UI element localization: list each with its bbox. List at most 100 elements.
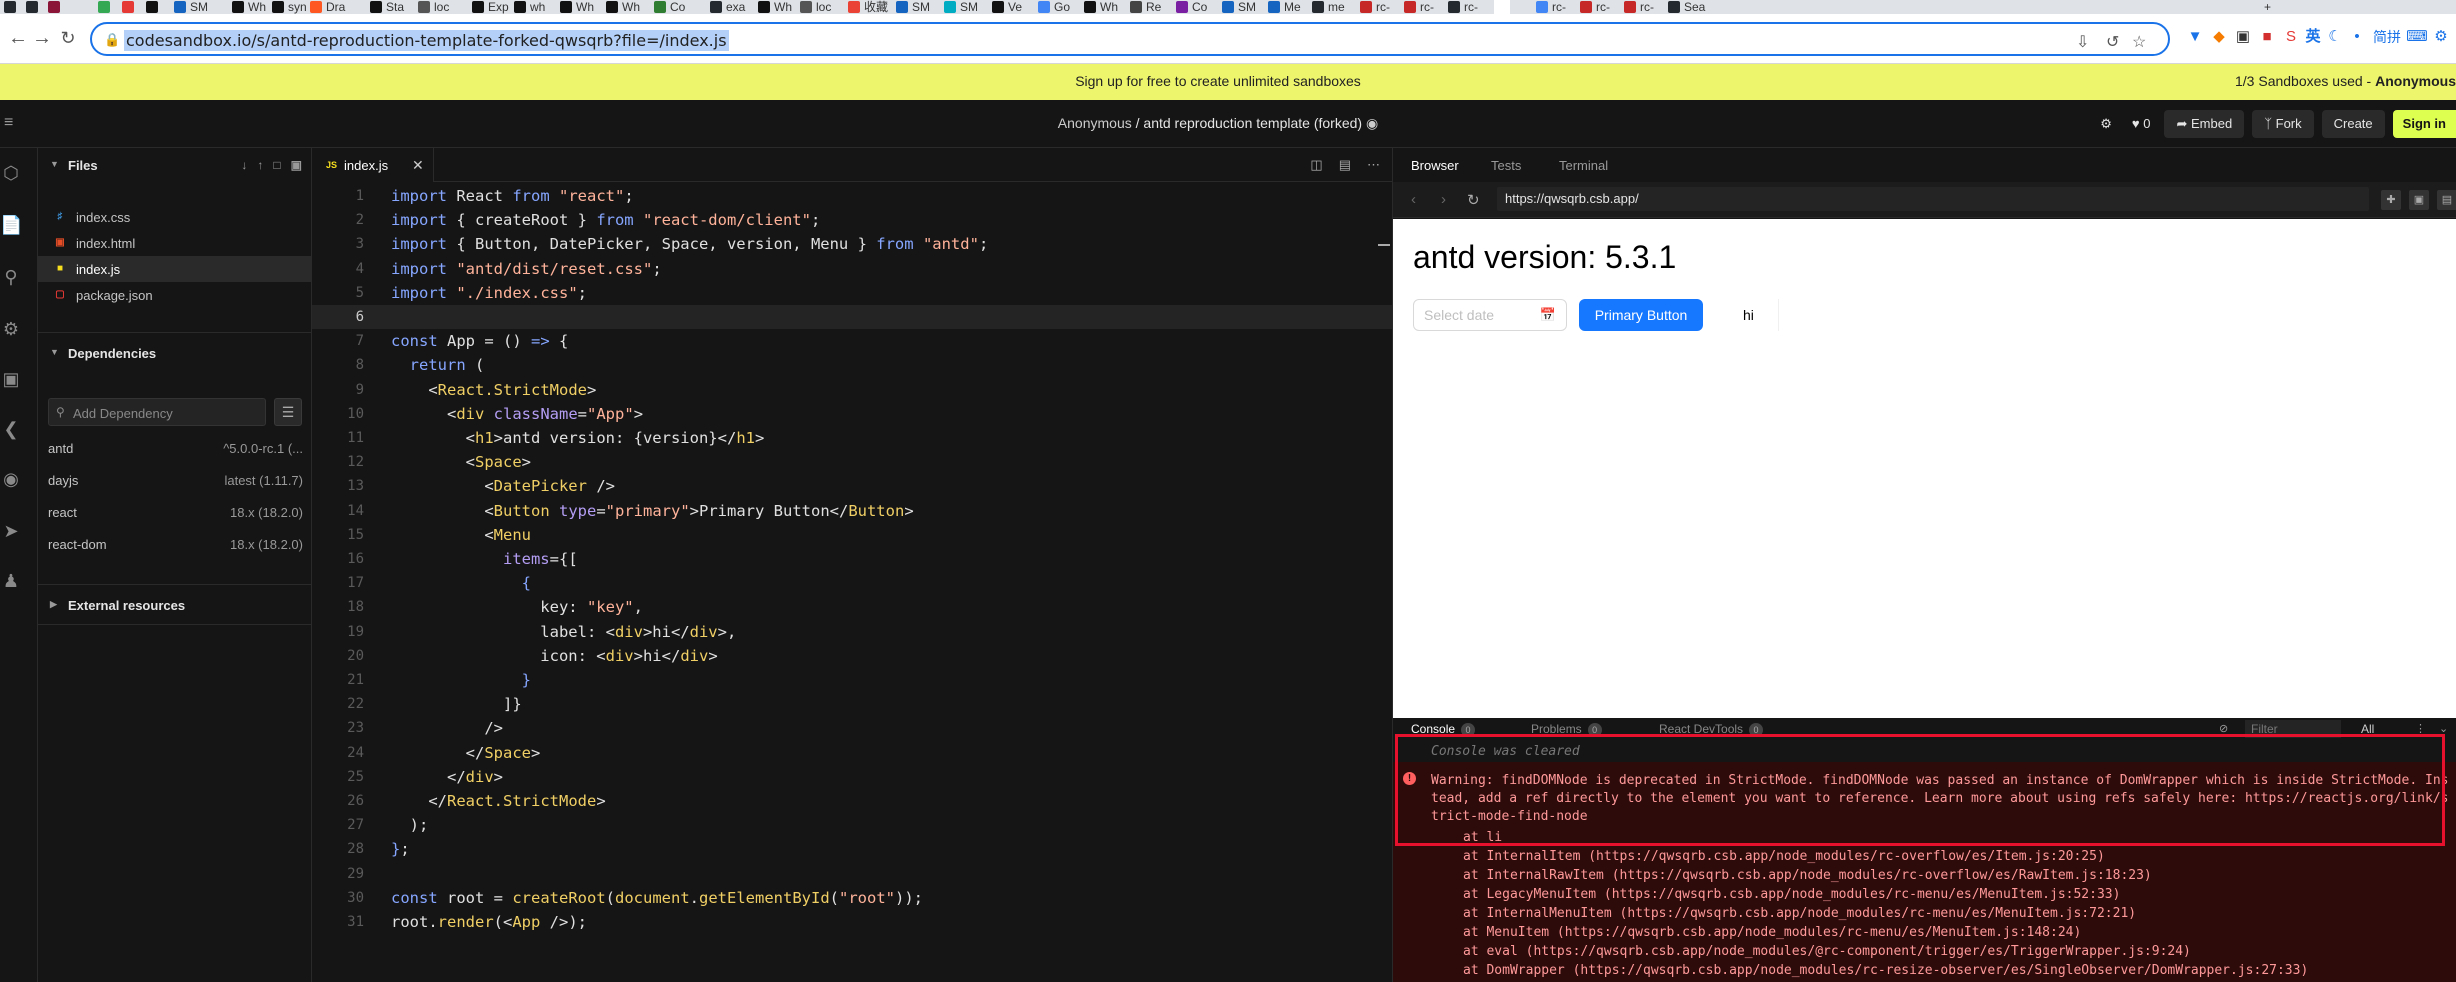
- preview-tab-terminal[interactable]: Terminal: [1559, 158, 1608, 173]
- stack-frame[interactable]: at LegacyMenuItem (https://qwsqrb.csb.ap…: [1463, 885, 2308, 904]
- forward-icon[interactable]: →: [30, 26, 54, 50]
- browser-tab[interactable]: [1494, 0, 1510, 14]
- preview-layout-icon[interactable]: ▤: [1339, 157, 1351, 173]
- new-folder-icon[interactable]: ▣: [291, 158, 302, 172]
- new-file-icon[interactable]: □: [273, 158, 280, 172]
- console-tab-problems[interactable]: Problems 0: [1531, 722, 1602, 736]
- new-tab-button[interactable]: +: [2264, 0, 2271, 14]
- extension-icon[interactable]: ■: [2256, 26, 2278, 48]
- back-icon[interactable]: ‹: [1411, 191, 1416, 208]
- code-content[interactable]: 1 import React from "react"; 2 import { cre…: [312, 184, 1392, 944]
- code-line[interactable]: 13 <DatePicker />: [312, 474, 1392, 498]
- code-line[interactable]: 25 </div>: [312, 765, 1392, 789]
- browser-tab[interactable]: SM: [944, 0, 978, 14]
- dependency-list-icon[interactable]: ☰: [274, 398, 302, 426]
- responsive-icon[interactable]: ✚: [2381, 190, 2401, 210]
- code-line[interactable]: 3 import { Button, DatePicker, Space, ver…: [312, 232, 1392, 256]
- browser-tab[interactable]: Co: [654, 0, 685, 14]
- browser-tab[interactable]: [26, 0, 42, 14]
- forward-icon[interactable]: ›: [1441, 191, 1446, 208]
- code-line[interactable]: 2 import { createRoot } from "react-dom/c…: [312, 208, 1392, 232]
- browser-tab[interactable]: Me: [1268, 0, 1301, 14]
- file-item[interactable]: ♯ index.css: [38, 204, 311, 230]
- code-line[interactable]: 30 const root = createRoot(document.getEl…: [312, 886, 1392, 910]
- preview-url-bar[interactable]: https://qwsqrb.csb.app/: [1497, 187, 2369, 211]
- browser-tab[interactable]: syn: [272, 0, 307, 14]
- browser-tab[interactable]: Wh: [758, 0, 792, 14]
- browser-tab[interactable]: loc: [418, 0, 449, 14]
- keyboard-icon[interactable]: ⌨: [2406, 26, 2428, 48]
- dependency-item[interactable]: antd ^5.0.0-rc.1 (...: [38, 436, 311, 462]
- browser-tab[interactable]: [146, 0, 162, 14]
- browser-tab[interactable]: rc-: [1404, 0, 1434, 14]
- browser-tab[interactable]: rc-: [1580, 0, 1610, 14]
- code-line[interactable]: 19 label: <div>hi</div>,: [312, 620, 1392, 644]
- browser-tab[interactable]: Wh: [560, 0, 594, 14]
- external-resources-header[interactable]: ▶ External resources: [38, 588, 312, 624]
- browser-tab[interactable]: Go: [1038, 0, 1070, 14]
- add-dependency-field[interactable]: ⚲: [48, 398, 266, 426]
- close-icon[interactable]: ✕: [412, 157, 424, 174]
- browser-tab[interactable]: Co: [1176, 0, 1207, 14]
- browser-tab[interactable]: me: [1312, 0, 1345, 14]
- like-button[interactable]: ♥ 0: [2126, 110, 2157, 138]
- moon-icon[interactable]: ☾: [2324, 26, 2346, 48]
- browser-tab[interactable]: rc-: [1360, 0, 1390, 14]
- primary-button[interactable]: Primary Button: [1579, 299, 1703, 331]
- tab-index-js[interactable]: JS index.js ✕: [312, 148, 434, 182]
- browser-tab[interactable]: [4, 0, 20, 14]
- code-line[interactable]: 4 import "antd/dist/reset.css";: [312, 257, 1392, 281]
- create-button[interactable]: Create: [2321, 110, 2385, 138]
- clear-console-icon[interactable]: ⊘: [2219, 722, 2228, 735]
- dependency-item[interactable]: react-dom 18.x (18.2.0): [38, 532, 311, 558]
- dependency-item[interactable]: dayjs latest (1.11.7): [38, 468, 311, 494]
- sign-in-button[interactable]: Sign in: [2392, 110, 2456, 138]
- code-line[interactable]: 17 {: [312, 571, 1392, 595]
- code-line[interactable]: 18 key: "key",: [312, 595, 1392, 619]
- browser-tab[interactable]: Exp: [472, 0, 509, 14]
- browser-tab[interactable]: SM: [896, 0, 930, 14]
- browser-tab[interactable]: wh: [514, 0, 545, 14]
- reload-icon[interactable]: ↻: [56, 26, 80, 50]
- code-line[interactable]: 1 import React from "react";: [312, 184, 1392, 208]
- browser-tab[interactable]: rc-: [1536, 0, 1566, 14]
- browser-tab[interactable]: rc-: [1448, 0, 1478, 14]
- docker-icon[interactable]: ▣: [0, 368, 22, 390]
- embed-button[interactable]: ➦ Embed: [2164, 110, 2245, 138]
- settings-gear-icon[interactable]: ⚙: [2430, 26, 2452, 48]
- code-line[interactable]: 10 <div className="App">: [312, 402, 1392, 426]
- browser-tab[interactable]: Ve: [992, 0, 1022, 14]
- code-line[interactable]: 22 ]}: [312, 692, 1392, 716]
- browser-tab[interactable]: Wh: [232, 0, 266, 14]
- code-line[interactable]: 14 <Button type="primary">Primary Button…: [312, 499, 1392, 523]
- preview-tab-tests[interactable]: Tests: [1491, 158, 1521, 173]
- more-options-icon[interactable]: ⋯: [1367, 157, 1380, 173]
- address-url[interactable]: codesandbox.io/s/antd-reproduction-templ…: [124, 30, 729, 51]
- stack-frame[interactable]: at DomWrapper (https://qwsqrb.csb.app/no…: [1463, 961, 2308, 980]
- browser-tab[interactable]: Re: [1130, 0, 1161, 14]
- browser-tab[interactable]: Sea: [1668, 0, 1705, 14]
- browser-tab[interactable]: [98, 0, 114, 14]
- split-editor-icon[interactable]: ◫: [1310, 157, 1322, 173]
- code-line[interactable]: 31 root.render(<App />);: [312, 910, 1392, 934]
- browser-tab[interactable]: [122, 0, 138, 14]
- back-icon[interactable]: ←: [6, 26, 30, 50]
- stack-frame[interactable]: at InternalRawItem (https://qwsqrb.csb.a…: [1463, 866, 2308, 885]
- log-level-select[interactable]: All: [2361, 722, 2374, 736]
- file-item[interactable]: ▣ index.html: [38, 230, 311, 256]
- browser-tab[interactable]: rc-: [1624, 0, 1654, 14]
- browser-tab[interactable]: [48, 0, 64, 14]
- console-tab-console[interactable]: Console 0: [1411, 722, 1476, 736]
- browser-tab[interactable]: Dra: [310, 0, 345, 14]
- file-item[interactable]: ▢ package.json: [38, 282, 311, 308]
- cube-icon[interactable]: ⬡: [0, 162, 22, 184]
- code-line[interactable]: 7 const App = () => {: [312, 329, 1392, 353]
- filter-input[interactable]: [2245, 721, 2335, 737]
- browser-tab[interactable]: Sta: [370, 0, 404, 14]
- browser-tab[interactable]: Wh: [606, 0, 640, 14]
- bookmark-star-icon[interactable]: ☆: [2132, 32, 2146, 52]
- ime-mode-icon[interactable]: 英: [2302, 26, 2324, 48]
- date-input[interactable]: [1424, 306, 1536, 324]
- open-new-window-icon[interactable]: ▣: [2409, 190, 2429, 210]
- browser-tab[interactable]: Wh: [1084, 0, 1118, 14]
